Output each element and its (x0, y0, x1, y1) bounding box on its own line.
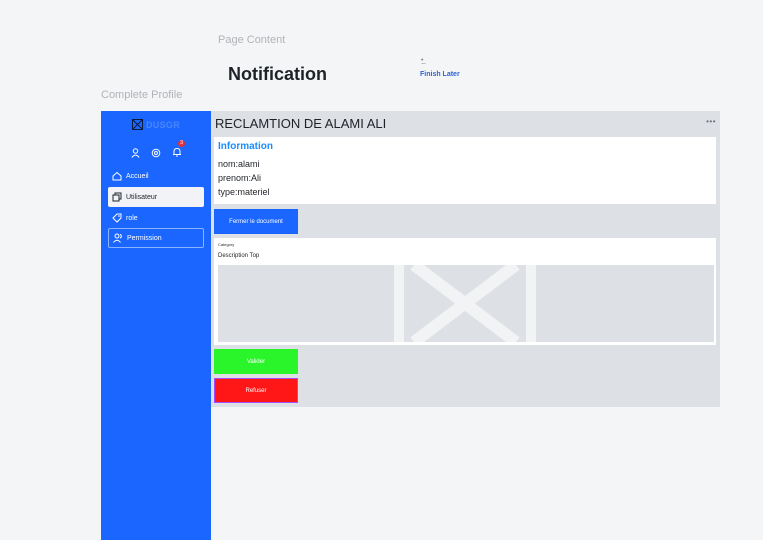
description-text: Description Top (218, 253, 260, 259)
bell-icon (173, 147, 181, 157)
sidebar-item-label: Accueil (126, 172, 149, 180)
copy-icon (112, 192, 122, 202)
page-title: Notification (228, 64, 327, 84)
sidebar-item-accueil[interactable]: Accueil (108, 166, 204, 186)
sidebar-item-label: Utilisateur (126, 193, 158, 201)
close-document-button[interactable]: Fermer le document (214, 209, 298, 234)
refuse-button[interactable]: Refuser (214, 378, 298, 403)
category-card: Category Description Top (214, 238, 716, 345)
more-options-icon[interactable]: ••• (706, 117, 716, 126)
sidebar-item-utilisateur[interactable]: Utilisateur (108, 187, 204, 207)
page-content-label: Page Content (218, 34, 286, 46)
notification-badge: 3 (178, 140, 185, 147)
sidebar-item-label: role (126, 214, 138, 222)
brand-logo[interactable]: DUSGR (132, 119, 180, 130)
tag-icon (112, 213, 122, 223)
user-icon[interactable] (131, 148, 140, 158)
logo-icon (132, 119, 143, 130)
sidebar-item-label: Permission (127, 234, 162, 242)
complete-profile-label: Complete Profile (101, 89, 183, 101)
brand-name: DUSGR (146, 119, 181, 130)
home-icon (112, 171, 122, 181)
sidebar-item-role[interactable]: role (108, 208, 204, 228)
notification-bell[interactable]: 3 (172, 140, 185, 162)
category-label: Category (218, 242, 235, 247)
reclamation-panel: RECLAMTION DE ALAMI ALI ••• Information … (211, 111, 720, 407)
sidebar: DUSGR 3 Accueil Utilisateur role Permiss… (101, 111, 211, 540)
validate-button[interactable]: Valider (214, 349, 298, 374)
finish-later-link[interactable]: Finish Later (420, 71, 460, 78)
finish-later-marker: •̲ (421, 57, 424, 64)
sidebar-item-permission[interactable]: Permission (108, 228, 204, 248)
settings-icon[interactable] (151, 148, 161, 158)
reclamation-title: RECLAMTION DE ALAMI ALI (215, 116, 387, 131)
users-icon (113, 233, 122, 243)
info-prenom: prenom:Ali (218, 173, 262, 183)
image-placeholder-icon (394, 265, 536, 342)
info-nom: nom:alami (218, 159, 260, 169)
information-heading: Information (218, 141, 273, 152)
information-card: Information nom:alami prenom:Ali type:ma… (214, 137, 716, 204)
sidebar-top-icons: 3 (131, 140, 185, 162)
info-type: type:materiel (218, 187, 270, 197)
image-placeholder (218, 265, 714, 342)
